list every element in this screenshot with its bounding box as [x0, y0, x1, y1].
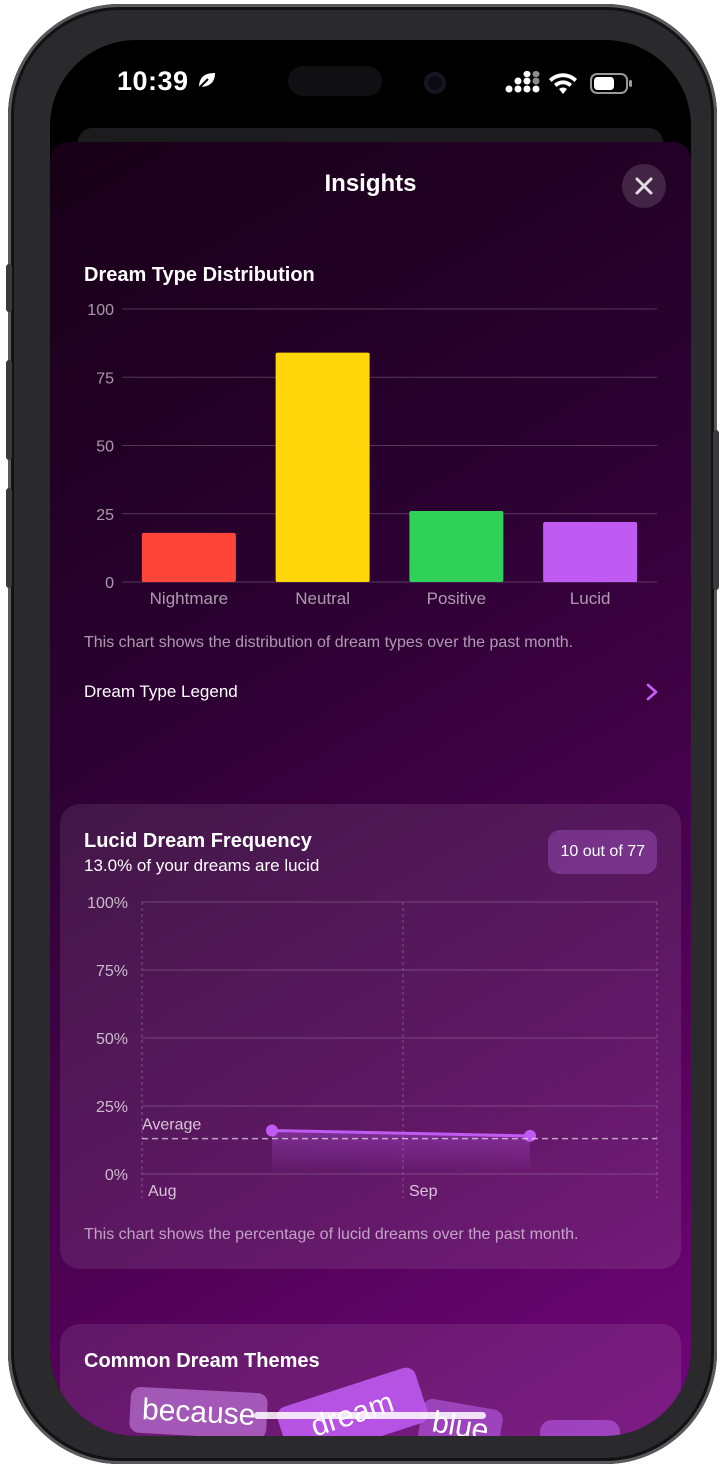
- action-button: [6, 264, 12, 312]
- lucid-frequency-card: Lucid Dream Frequency 13.0% of your drea…: [60, 804, 681, 1269]
- dream-type-legend-link[interactable]: Dream Type Legend: [84, 682, 659, 712]
- average-label: Average: [142, 1117, 201, 1134]
- dream-type-bar-chart: 100 75 50 25 0 Nightmare Neutral Positive Lucid: [87, 302, 657, 608]
- bar-positive: [409, 511, 504, 582]
- status-time: 10:39: [117, 66, 189, 96]
- y-tick-label: 0%: [105, 1167, 128, 1184]
- common-themes-card: Common Dream Themes because blue dream: [60, 1324, 681, 1436]
- y-tick-label: 0: [105, 575, 114, 592]
- y-tick-label: 25%: [96, 1099, 128, 1116]
- bar-lucid: [543, 521, 638, 582]
- close-icon: [635, 177, 653, 195]
- page-title: Insights: [324, 170, 417, 197]
- bar-neutral: [275, 352, 370, 582]
- x-tick-label: Aug: [148, 1183, 176, 1200]
- phone-frame: 10:39 Insights Dream Type Distribution 1…: [8, 4, 717, 1464]
- lucid-caption: This chart shows the percentage of lucid…: [84, 1226, 579, 1243]
- power-button: [713, 430, 719, 590]
- y-tick-label: 100%: [87, 895, 128, 912]
- theme-word[interactable]: because: [128, 1386, 269, 1436]
- y-tick-label: 75: [96, 370, 114, 387]
- theme-word-partial: [540, 1420, 620, 1436]
- y-tick-label: 75%: [96, 963, 128, 980]
- lucid-line-chart: 100% 75% 50% 25% 0% Aug Sep Average: [87, 895, 658, 1200]
- x-tick-label: Lucid: [570, 589, 611, 608]
- front-camera: [424, 72, 446, 94]
- close-button[interactable]: [622, 164, 666, 208]
- lucid-count-badge: 10 out of 77: [548, 830, 657, 874]
- insights-sheet: Insights Dream Type Distribution 100 75 50…: [50, 142, 691, 1436]
- home-indicator: [254, 1412, 486, 1419]
- legend-link-label: Dream Type Legend: [84, 682, 238, 701]
- volume-down-button: [6, 488, 12, 588]
- battery-icon: [590, 73, 632, 94]
- cellular-signal-icon: [505, 71, 540, 93]
- dynamic-island: [288, 66, 382, 96]
- y-tick-label: 50%: [96, 1031, 128, 1048]
- screen: 10:39 Insights Dream Type Distribution 1…: [50, 40, 691, 1436]
- x-tick-label: Sep: [409, 1183, 438, 1200]
- x-tick-label: Neutral: [295, 589, 350, 608]
- volume-up-button: [6, 360, 12, 460]
- themes-title: Common Dream Themes: [84, 1350, 320, 1372]
- dream-type-title: Dream Type Distribution: [84, 264, 315, 286]
- x-tick-label: Positive: [427, 589, 487, 608]
- chevron-right-icon: [646, 683, 658, 701]
- y-tick-label: 25: [96, 507, 114, 524]
- bar-nightmare: [141, 532, 236, 582]
- wifi-icon: [549, 73, 577, 94]
- status-bar: 10:39: [50, 40, 691, 130]
- lucid-point: [266, 1124, 278, 1137]
- dream-type-caption: This chart shows the distribution of dre…: [84, 634, 574, 651]
- status-icons: [505, 71, 632, 94]
- lucid-title: Lucid Dream Frequency: [84, 830, 312, 852]
- x-tick-label: Nightmare: [150, 589, 228, 608]
- lucid-area: [272, 1130, 530, 1174]
- y-tick-label: 100: [87, 302, 114, 319]
- focus-leaf-icon: [197, 73, 215, 90]
- lucid-point: [524, 1129, 536, 1142]
- y-tick-label: 50: [96, 439, 114, 456]
- theme-word[interactable]: dream: [274, 1365, 431, 1436]
- lucid-subtitle: 13.0% of your dreams are lucid: [84, 856, 320, 875]
